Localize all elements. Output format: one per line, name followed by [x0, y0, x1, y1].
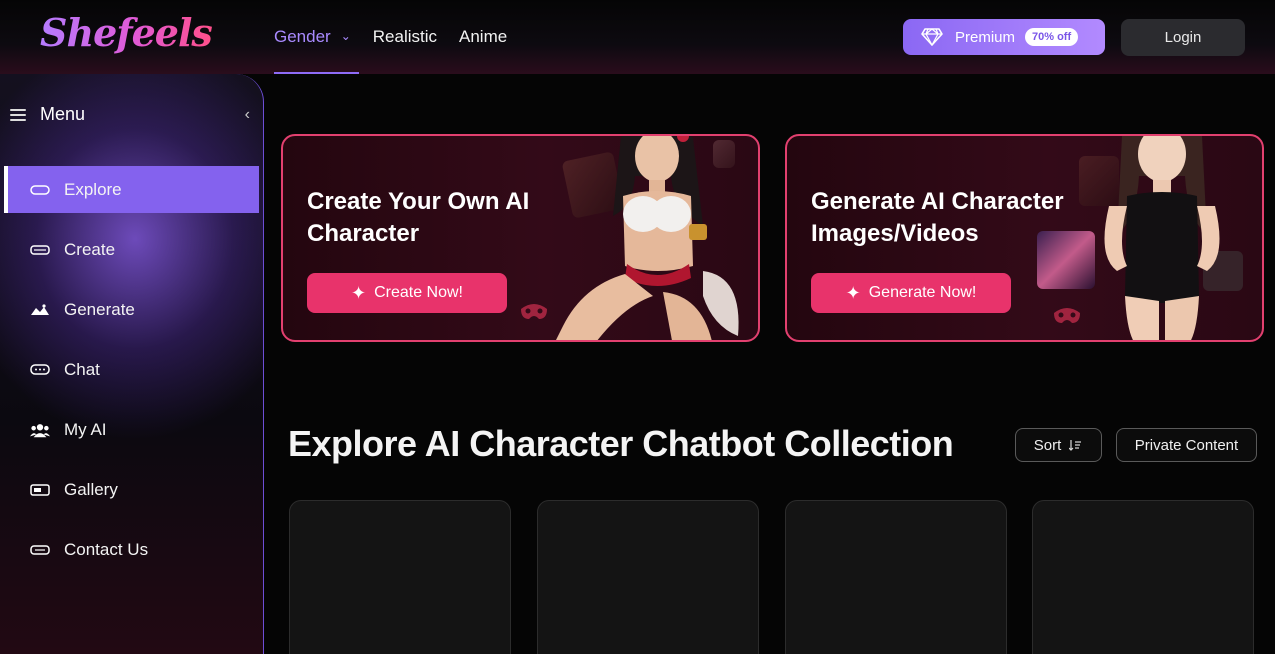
private-content-button[interactable]: Private Content [1116, 428, 1257, 462]
sidebar-item-label: Contact Us [64, 539, 149, 559]
create-character-banner[interactable]: Create Your Own AI Character ✦ Create No… [281, 134, 760, 342]
sidebar-item-contact-us[interactable]: Contact Us [4, 526, 259, 573]
gallery-icon [30, 482, 50, 498]
banner-title: Create Your Own AI Character [307, 186, 587, 250]
sidebar-item-gallery[interactable]: Gallery [4, 466, 259, 513]
sidebar: Menu ‹ Explore Create Generate Chat My A… [0, 74, 264, 654]
discount-badge: 70% off [1025, 28, 1079, 46]
character-card[interactable] [785, 500, 1007, 654]
chevron-down-icon: ⌄ [340, 29, 351, 43]
sparkle-icon: ✦ [350, 282, 367, 303]
main-nav: Gender ⌄ Realistic Anime [274, 0, 529, 74]
sidebar-item-explore[interactable]: Explore [4, 166, 259, 213]
my-ai-icon [30, 422, 50, 438]
sidebar-item-label: Gallery [64, 479, 118, 499]
top-header: Shefeels Gender ⌄ Realistic Anime Premiu… [0, 0, 1275, 74]
contact-icon [30, 542, 50, 558]
button-label: Generate Now! [868, 284, 977, 301]
sparkle-icon: ✦ [845, 282, 861, 303]
sidebar-item-label: My AI [64, 419, 107, 439]
character-card[interactable] [1032, 500, 1254, 654]
diamond-icon [921, 28, 943, 46]
login-button[interactable]: Login [1121, 19, 1245, 56]
button-label: Create Now! [374, 284, 463, 301]
sidebar-item-label: Chat [64, 359, 100, 379]
sort-label: Sort [1033, 436, 1062, 454]
nav-realistic[interactable]: Realistic [373, 0, 437, 74]
menu-header: Menu ‹ [10, 104, 250, 125]
sort-button[interactable]: Sort [1015, 428, 1102, 462]
hamburger-icon[interactable] [10, 108, 26, 121]
banner-title-line: Character [307, 220, 420, 247]
menu-title: Menu [40, 104, 86, 124]
sidebar-item-label: Generate [64, 299, 135, 319]
sidebar-item-label: Create [64, 239, 116, 259]
premium-label: Premium [955, 28, 1016, 46]
sidebar-item-label: Explore [64, 179, 122, 199]
sort-icon [1069, 440, 1082, 451]
sidebar-item-create[interactable]: Create [4, 226, 259, 273]
character-card[interactable] [537, 500, 759, 654]
nav-gender[interactable]: Gender ⌄ [274, 0, 359, 74]
chevron-left-icon[interactable]: ‹ [245, 106, 250, 124]
create-now-button[interactable]: ✦ Create Now! [307, 273, 507, 313]
generate-images-banner[interactable]: Generate AI Character Images/Videos ✦ Ge… [785, 134, 1264, 342]
mask-icon [1054, 308, 1080, 323]
mask-icon [521, 304, 547, 319]
generate-icon [30, 302, 50, 318]
premium-button[interactable]: Premium 70% off [903, 19, 1105, 55]
character-illustration [556, 136, 739, 340]
sidebar-item-my-ai[interactable]: My AI [4, 406, 259, 453]
character-illustration [1104, 136, 1220, 340]
chat-icon [30, 362, 50, 378]
site-logo[interactable]: Shefeels [40, 10, 213, 55]
collection-title: Explore AI Character Chatbot Collection [288, 423, 954, 464]
sidebar-item-chat[interactable]: Chat [4, 346, 259, 393]
nav-gender-label: Gender [274, 27, 331, 46]
explore-icon [30, 182, 50, 198]
banner-title-line: Generate AI Character [811, 188, 1064, 215]
banner-title-line: Create Your Own AI [307, 188, 530, 215]
create-icon [30, 242, 50, 258]
sidebar-item-generate[interactable]: Generate [4, 286, 259, 333]
nav-anime[interactable]: Anime [459, 0, 507, 74]
generate-now-button[interactable]: ✦ Generate Now! [811, 273, 1011, 313]
character-card[interactable] [289, 500, 511, 654]
